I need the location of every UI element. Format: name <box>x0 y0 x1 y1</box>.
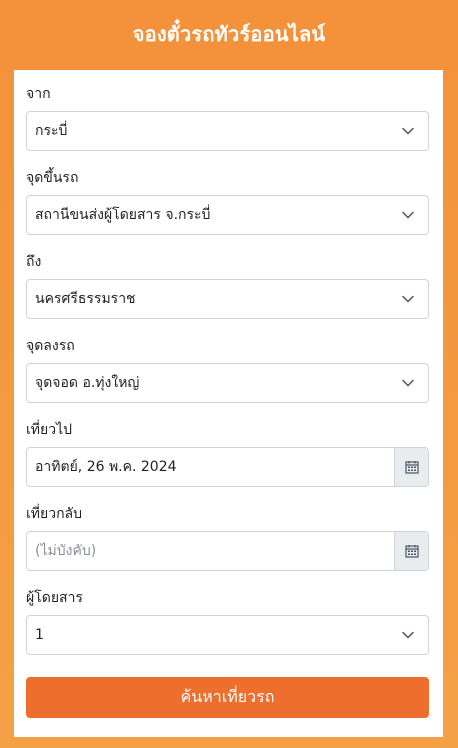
dropoff-select[interactable]: จุดจอด อ.ทุ่งใหญ่ <box>26 363 429 403</box>
booking-form-panel: จาก กระบี่ จุดขึ้นรถ สถานีขนส่งผู้โดยสาร… <box>14 70 443 737</box>
chevron-down-icon <box>400 375 416 391</box>
pickup-selected-value: สถานีขนส่งผู้โดยสาร จ.กระบี่ <box>35 207 211 223</box>
chevron-down-icon <box>400 123 416 139</box>
dropoff-selected-value: จุดจอด อ.ทุ่งใหญ่ <box>35 375 140 391</box>
chevron-down-icon-svg <box>402 211 414 219</box>
search-trips-button[interactable]: ค้นหาเที่ยวรถ <box>26 677 429 718</box>
chevron-down-icon-svg <box>402 379 414 387</box>
calendar-icon <box>404 461 419 474</box>
booking-app: จองตั๋วรถทัวร์ออนไลน์ จาก กระบี่ จุดขึ้น… <box>0 0 458 748</box>
passengers-selected-value: 1 <box>35 627 44 643</box>
chevron-down-icon-svg <box>402 295 414 303</box>
to-label: ถึง <box>26 254 42 270</box>
passengers-select[interactable]: 1 <box>26 615 429 655</box>
chevron-down-icon <box>400 627 416 643</box>
pickup-label: จุดขึ้นรถ <box>26 170 79 186</box>
chevron-down-icon <box>400 207 416 223</box>
departure-label: เที่ยวไป <box>26 422 73 438</box>
from-select[interactable]: กระบี่ <box>26 111 429 151</box>
page-title: จองตั๋วรถทัวร์ออนไลน์ <box>132 22 326 46</box>
return-date-input[interactable] <box>27 532 394 570</box>
chevron-down-icon <box>400 291 416 307</box>
departure-date-input[interactable] <box>27 448 394 486</box>
from-selected-value: กระบี่ <box>35 123 68 139</box>
to-select[interactable]: นครศรีธรรมราช <box>26 279 429 319</box>
return-calendar-button[interactable] <box>394 532 428 570</box>
from-label: จาก <box>26 86 51 102</box>
page-header: จองตั๋วรถทัวร์ออนไลน์ <box>0 0 458 68</box>
return-date-input-group <box>26 531 429 571</box>
to-selected-value: นครศรีธรรมราช <box>35 291 136 307</box>
passengers-label: ผู้โดยสาร <box>26 590 83 606</box>
pickup-select[interactable]: สถานีขนส่งผู้โดยสาร จ.กระบี่ <box>26 195 429 235</box>
return-label: เที่ยวกลับ <box>26 506 83 522</box>
departure-date-input-group <box>26 447 429 487</box>
dropoff-label: จุดลงรถ <box>26 338 75 354</box>
calendar-icon <box>404 545 419 558</box>
chevron-down-icon-svg <box>402 127 414 135</box>
chevron-down-icon-svg <box>402 631 414 639</box>
departure-calendar-button[interactable] <box>394 448 428 486</box>
